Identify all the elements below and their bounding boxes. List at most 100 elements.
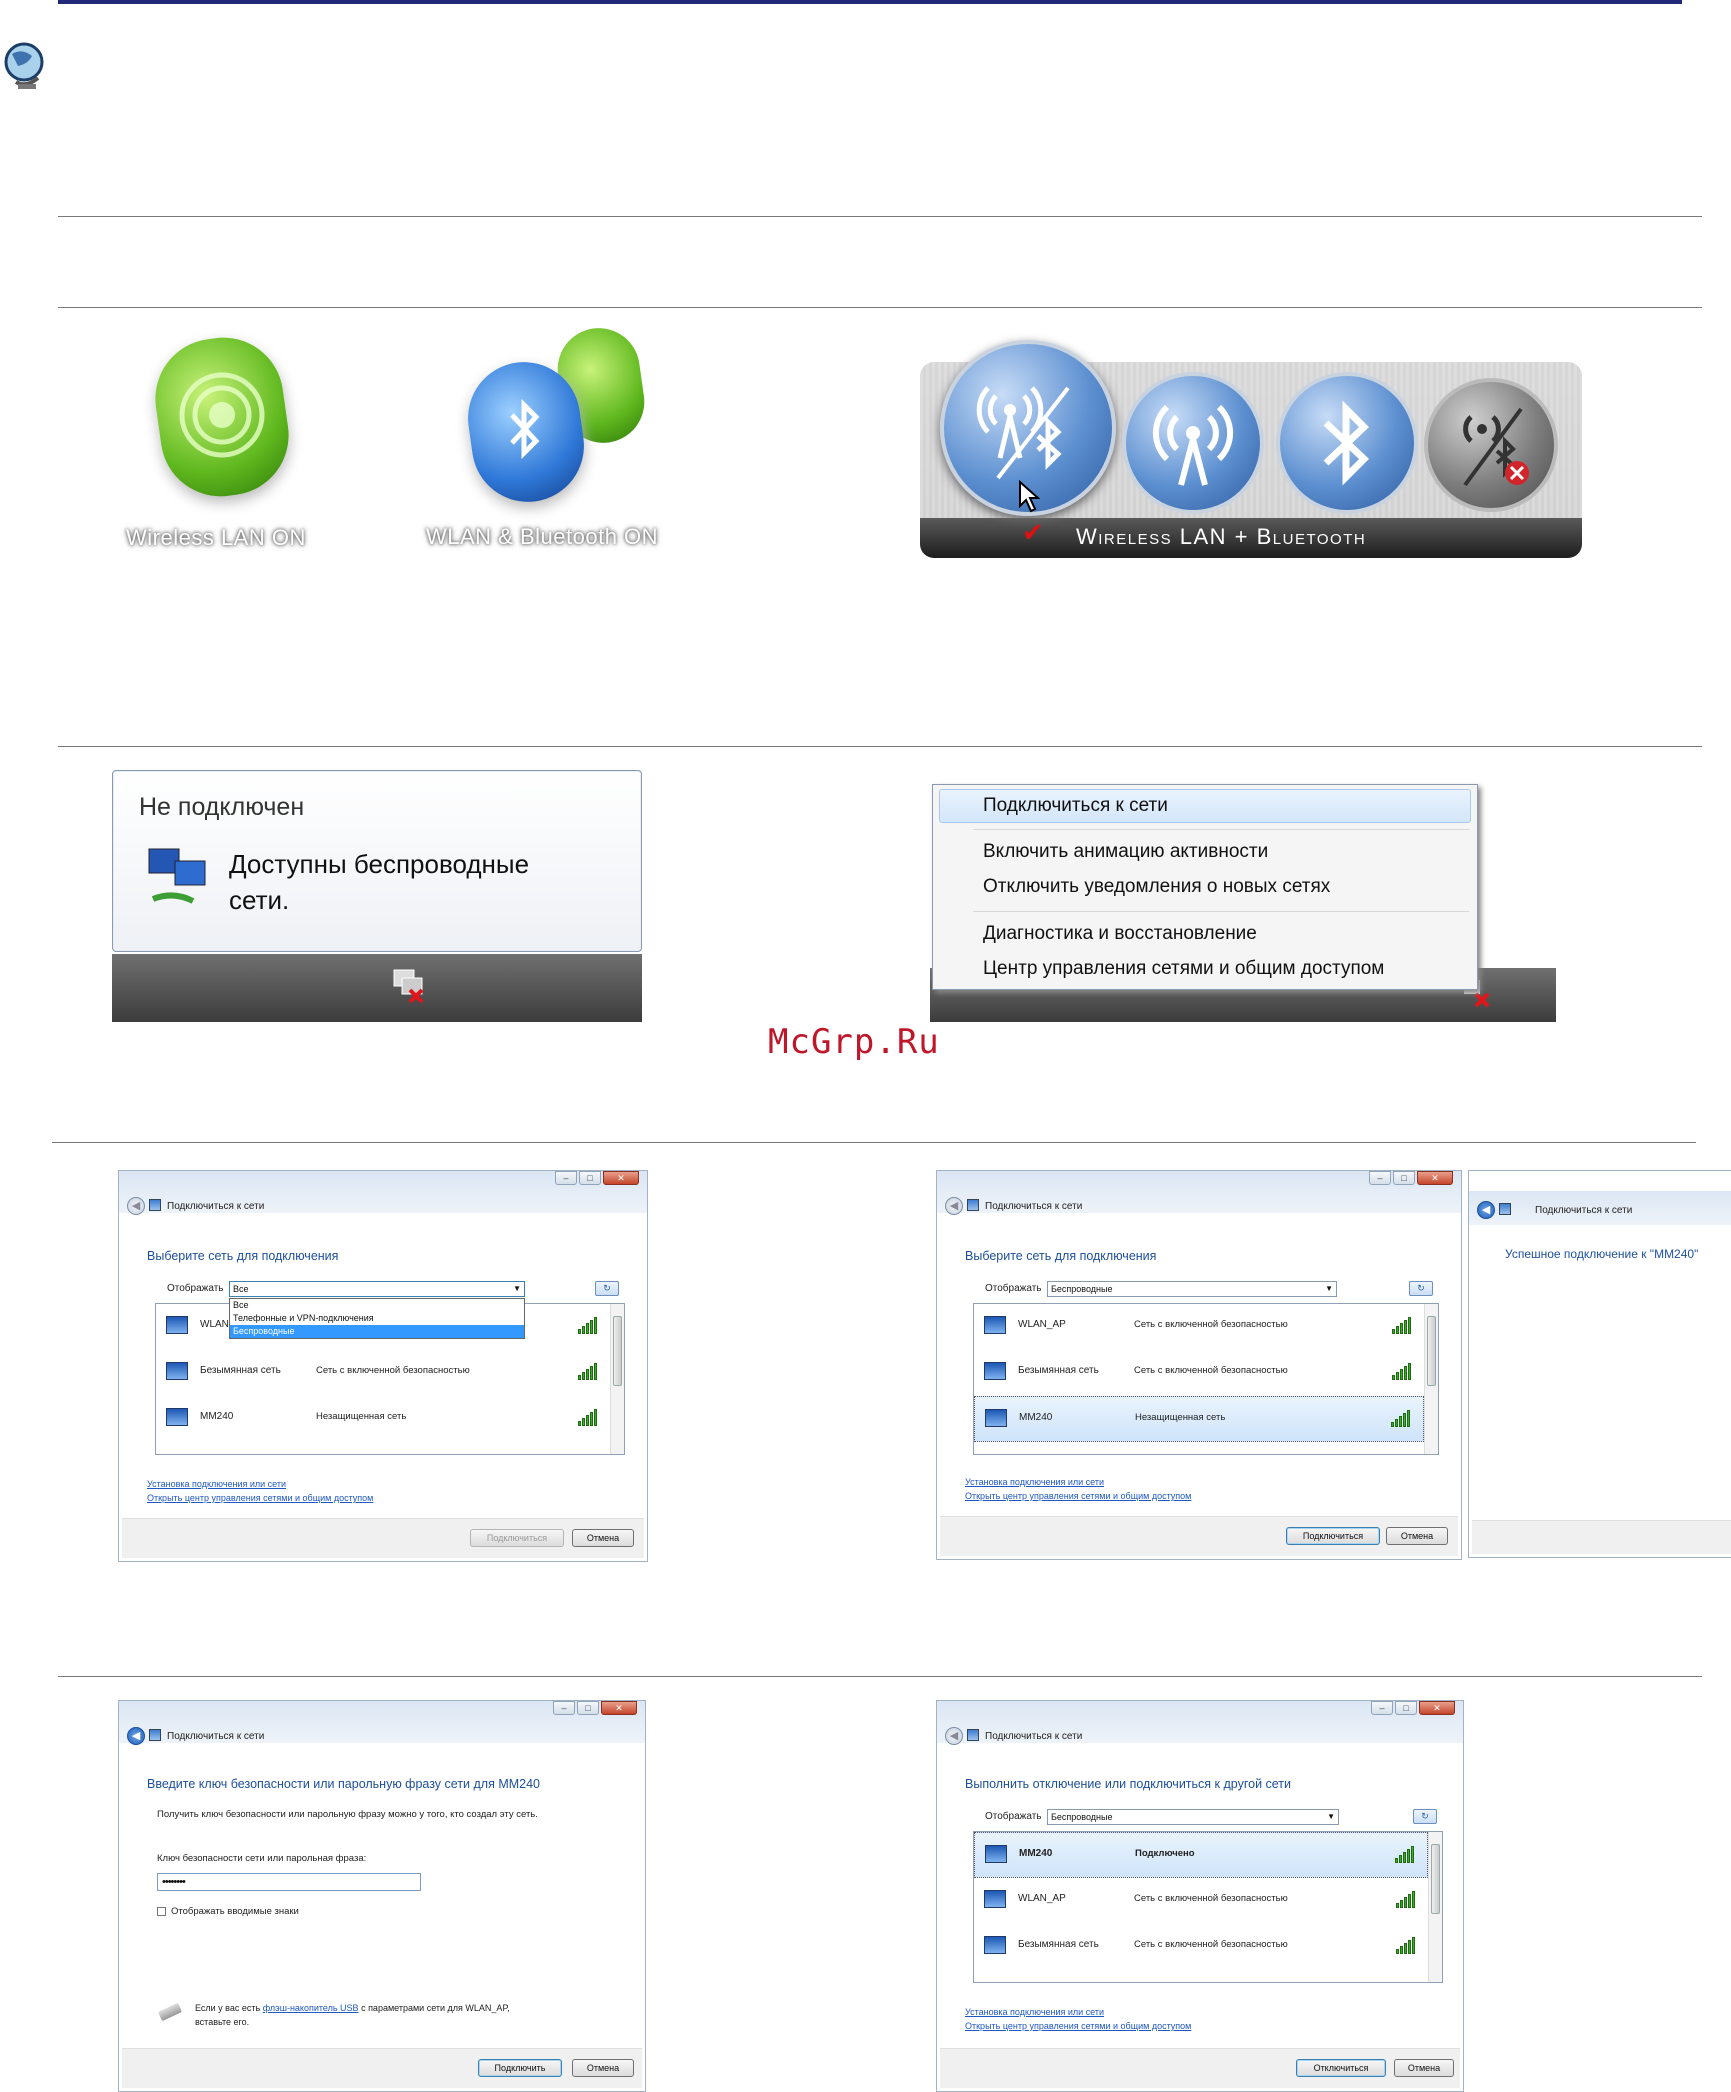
setup-connection-link[interactable]: Установка подключения или сети xyxy=(147,1479,286,1489)
list-item[interactable]: Безымянная сеть Сеть с включенной безопа… xyxy=(974,1924,1428,1970)
wifi-bluetooth-icon xyxy=(976,386,1070,480)
dialog-heading: Введите ключ безопасности или парольную … xyxy=(147,1777,541,1791)
bluetooth-icon xyxy=(1323,400,1370,486)
close-button[interactable]: ✕ xyxy=(603,1171,639,1185)
list-scrollbar[interactable] xyxy=(1428,1832,1442,1982)
signal-bars-icon xyxy=(1395,1845,1417,1863)
option-all[interactable]: Все xyxy=(230,1299,524,1312)
maximize-button[interactable]: □ xyxy=(579,1171,601,1185)
connect-button[interactable]: Подключиться xyxy=(470,1529,564,1547)
menu-disable-new-network-notifications[interactable]: Отключить уведомления о новых сетях xyxy=(983,876,1330,898)
maximize-button[interactable]: □ xyxy=(577,1701,599,1715)
chevron-down-icon: ▼ xyxy=(513,1284,521,1293)
close-button[interactable]: ✕ xyxy=(1419,1701,1455,1715)
menu-network-sharing-center[interactable]: Центр управления сетями и общим доступом xyxy=(983,958,1384,980)
cancel-button[interactable]: Отмена xyxy=(572,2059,634,2077)
wifi-antenna-icon xyxy=(1152,404,1234,486)
show-select[interactable]: Все ▼ xyxy=(229,1281,525,1297)
close-button[interactable]: ✕ xyxy=(1417,1171,1453,1185)
network-notification-popup[interactable]: Не подключен Доступны беспроводные сети. xyxy=(112,770,642,952)
back-button[interactable]: ◀ xyxy=(127,1197,145,1215)
success-message: Успешное подключение к "MM240" xyxy=(1505,1247,1699,1261)
show-characters-checkbox[interactable] xyxy=(157,1907,166,1916)
watermark: McGrp.Ru xyxy=(768,1022,940,1062)
list-item[interactable]: Безымянная сеть Сеть с включенной безопа… xyxy=(974,1350,1424,1396)
signal-bars-icon xyxy=(578,1362,600,1380)
menu-enable-activity-animation[interactable]: Включить анимацию активности xyxy=(983,841,1268,863)
setup-connection-link[interactable]: Установка подключения или сети xyxy=(965,1477,1104,1487)
network-context-menu: Подключиться к сети Включить анимацию ак… xyxy=(932,784,1478,990)
cancel-button[interactable]: Отмена xyxy=(1394,2059,1454,2077)
signal-bars-icon xyxy=(1391,1409,1413,1427)
setup-connection-link[interactable]: Установка подключения или сети xyxy=(965,2007,1104,2017)
wlan-mode-button[interactable] xyxy=(1122,372,1264,514)
divider-5 xyxy=(58,1676,1702,1677)
list-item[interactable]: MM240 Незащищенная сеть xyxy=(156,1396,610,1442)
network-disconnected-icon[interactable] xyxy=(390,968,428,1004)
network-center-link[interactable]: Открыть центр управления сетями и общим … xyxy=(965,1491,1191,1501)
minimize-button[interactable]: – xyxy=(555,1171,577,1185)
network-icon xyxy=(967,1729,979,1741)
minimize-button[interactable]: – xyxy=(1369,1171,1391,1185)
list-scrollbar[interactable] xyxy=(1424,1304,1438,1454)
usb-drive-icon xyxy=(157,2002,183,2022)
dialog-footer: Подключиться Отмена xyxy=(122,1518,644,1558)
security-key-input[interactable]: •••••••• xyxy=(157,1873,421,1891)
menu-connect-to-network[interactable]: Подключиться к сети xyxy=(983,795,1168,817)
popup-status: Не подключен xyxy=(139,793,305,821)
usb-hint-line2: вставьте его. xyxy=(195,2017,250,2027)
disconnect-dialog: – □ ✕ ◀ Подключиться к сети Выполнить откл… xyxy=(936,1700,1464,2092)
usb-link[interactable]: флэш-накопитель USB xyxy=(263,2003,359,2013)
option-wireless[interactable]: Беспроводные xyxy=(230,1325,524,1338)
wifi-rings-icon xyxy=(179,372,265,458)
close-button[interactable]: ✕ xyxy=(601,1701,637,1715)
list-item-selected[interactable]: MM240 Незащищенная сеть xyxy=(974,1396,1424,1442)
minimize-button[interactable]: – xyxy=(553,1701,575,1715)
key-label: Ключ безопасности сети или парольная фра… xyxy=(157,1853,367,1864)
network-center-link[interactable]: Открыть центр управления сетями и общим … xyxy=(965,2021,1191,2031)
network-computer-icon xyxy=(984,1362,1006,1380)
maximize-button[interactable]: □ xyxy=(1395,1701,1417,1715)
show-select[interactable]: Беспроводные ▼ xyxy=(1047,1809,1339,1825)
disconnect-button[interactable]: Отключиться xyxy=(1296,2059,1386,2077)
list-scrollbar[interactable] xyxy=(610,1304,624,1454)
show-select[interactable]: Беспроводные ▼ xyxy=(1047,1281,1337,1297)
all-off-mode-button[interactable] xyxy=(1424,378,1558,512)
refresh-button[interactable]: ↻ xyxy=(1409,1281,1433,1296)
option-vpn[interactable]: Телефонные и VPN-подключения xyxy=(230,1312,524,1325)
list-item-selected[interactable]: MM240 Подключено xyxy=(974,1832,1428,1878)
wireless-off-icon xyxy=(1463,407,1529,487)
list-item[interactable]: Безымянная сеть Сеть с включенной безопа… xyxy=(156,1350,610,1396)
back-button[interactable]: ◀ xyxy=(127,1727,145,1745)
network-computer-icon xyxy=(984,1890,1006,1908)
network-list: MM240 Подключено WLAN_AP Сеть с включенн… xyxy=(973,1831,1443,1983)
signal-bars-icon xyxy=(1396,1936,1418,1954)
signal-bars-icon xyxy=(578,1408,600,1426)
back-button[interactable]: ◀ xyxy=(945,1727,963,1745)
divider-2 xyxy=(58,307,1702,308)
cancel-button[interactable]: Отмена xyxy=(572,1529,634,1547)
bluetooth-mode-button[interactable] xyxy=(1276,372,1418,514)
maximize-button[interactable]: □ xyxy=(1393,1171,1415,1185)
network-computer-icon xyxy=(166,1408,188,1426)
network-center-link[interactable]: Открыть центр управления сетями и общим … xyxy=(147,1493,373,1503)
dialog-heading: Выберите сеть для подключения xyxy=(147,1249,339,1263)
back-button[interactable]: ◀ xyxy=(945,1197,963,1215)
wlan-bt-on-caption: WLAN & Bluetooth ON xyxy=(426,524,659,549)
show-label: Отображать xyxy=(985,1811,1042,1822)
bluetooth-icon xyxy=(510,398,540,460)
refresh-button[interactable]: ↻ xyxy=(595,1281,619,1296)
menu-diagnose-and-repair[interactable]: Диагностика и восстановление xyxy=(983,923,1257,945)
divider-1 xyxy=(58,216,1702,217)
back-button[interactable]: ◀ xyxy=(1477,1201,1495,1219)
wlan-on-caption: Wireless LAN ON xyxy=(126,525,306,550)
cancel-button[interactable]: Отмена xyxy=(1386,1527,1448,1545)
list-item[interactable]: WLAN_AP Сеть с включенной безопасностью xyxy=(974,1878,1428,1924)
connect-button[interactable]: Подключиться xyxy=(1286,1527,1380,1545)
minimize-button[interactable]: – xyxy=(1371,1701,1393,1715)
list-item[interactable]: WLAN_AP Сеть с включенной безопасностью xyxy=(974,1304,1424,1350)
connect-success-dialog: ◀ Подключиться к сети Успешное подключен… xyxy=(1468,1170,1731,1558)
dialog-heading: Выберите сеть для подключения xyxy=(965,1249,1157,1263)
connect-button[interactable]: Подключить xyxy=(478,2059,562,2077)
refresh-button[interactable]: ↻ xyxy=(1413,1809,1437,1824)
